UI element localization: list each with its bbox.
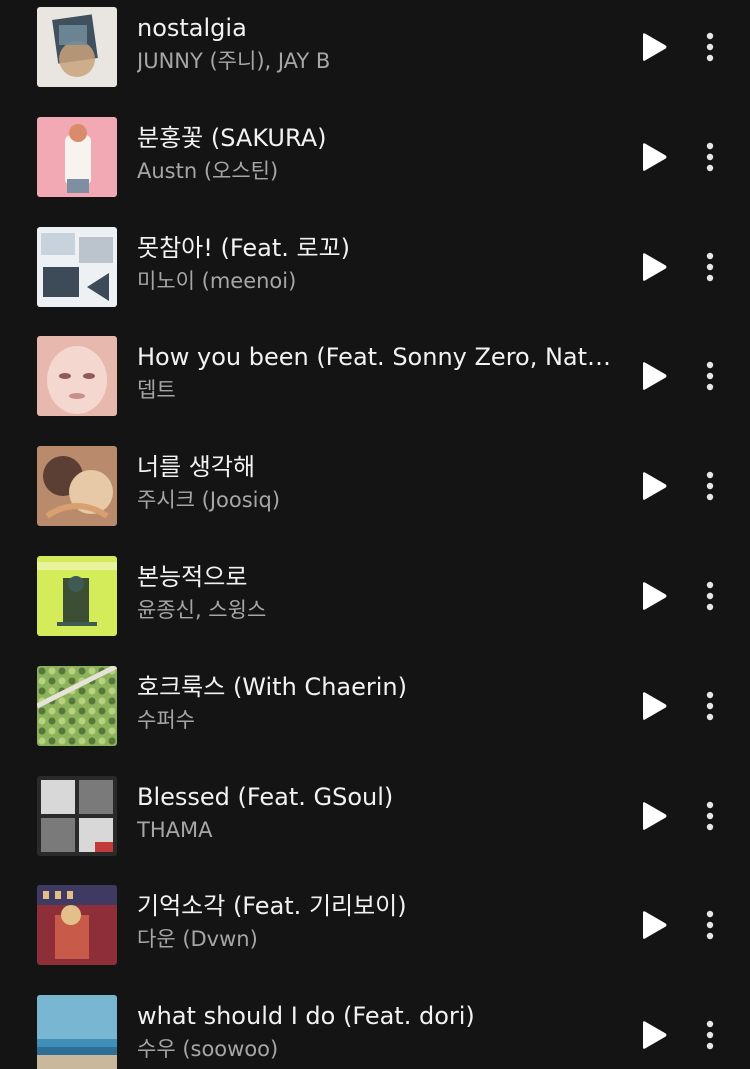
- play-icon[interactable]: [636, 688, 672, 724]
- more-vert-icon[interactable]: [694, 686, 726, 726]
- play-icon[interactable]: [636, 798, 672, 834]
- more-vert-icon[interactable]: [694, 27, 726, 67]
- song-row[interactable]: How you been (Feat. Sonny Zero, Nath… 뎁트: [0, 329, 750, 439]
- play-icon[interactable]: [636, 907, 672, 943]
- song-row[interactable]: 기억소각 (Feat. 기리보이) 다운 (Dvwn): [0, 878, 750, 988]
- play-icon[interactable]: [636, 29, 672, 65]
- song-artist: 수퍼수: [137, 707, 195, 732]
- album-art: [37, 556, 117, 636]
- song-artist: 뎁트: [137, 378, 176, 403]
- album-art: [37, 7, 117, 87]
- song-artist: 윤종신, 스윙스: [137, 598, 267, 622]
- album-art: [37, 116, 117, 197]
- album-art: [37, 446, 117, 527]
- song-title: 너를 생각해: [137, 453, 256, 482]
- song-title: How you been (Feat. Sonny Zero, Nath…: [137, 343, 617, 372]
- more-vert-icon[interactable]: [694, 247, 726, 287]
- song-title: Blessed (Feat. GSoul): [137, 782, 394, 811]
- song-artist: 수우 (soowoo): [137, 1037, 279, 1062]
- more-vert-icon[interactable]: [694, 576, 726, 616]
- song-artist: Austn (오스틴): [137, 158, 279, 183]
- song-row[interactable]: Blessed (Feat. GSoul) THAMA: [0, 769, 750, 879]
- song-row[interactable]: 너를 생각해주시크 (Joosiq): [0, 439, 750, 549]
- song-title: 호크룩스 (With Chaerin): [137, 672, 407, 701]
- play-icon[interactable]: [636, 468, 672, 504]
- song-row[interactable]: what should I do (Feat. dori) 수우 (soowoo): [0, 988, 750, 1069]
- song-title: what should I do (Feat. dori): [137, 1002, 475, 1031]
- song-row[interactable]: nostalgia JUNNY (주니), JAY B: [0, 0, 750, 110]
- more-vert-icon[interactable]: [694, 905, 726, 945]
- album-art: [37, 665, 117, 746]
- more-vert-icon[interactable]: [694, 796, 726, 836]
- song-artist: JUNNY (주니), JAY B: [137, 49, 331, 73]
- song-artist: THAMA: [137, 817, 213, 842]
- song-title: 기억소각 (Feat. 기리보이): [137, 892, 407, 921]
- song-artist: 다운 (Dvwn): [137, 927, 258, 952]
- song-row[interactable]: 분홍꽃 (SAKURA) Austn (오스틴): [0, 110, 750, 220]
- song-title: nostalgia: [137, 14, 247, 42]
- play-icon[interactable]: [636, 358, 672, 394]
- more-vert-icon[interactable]: [694, 137, 726, 177]
- song-list: nostalgia JUNNY (주니), JAY B 분홍꽃 (SAKURA) Au…: [0, 0, 750, 1069]
- song-artist: 미노이 (meenoi): [137, 268, 297, 293]
- album-art: [37, 995, 117, 1069]
- album-art: [37, 336, 117, 417]
- song-artist: 주시크 (Joosiq): [137, 488, 281, 513]
- play-icon[interactable]: [636, 1017, 672, 1053]
- song-title: 본능적으로: [137, 563, 248, 591]
- song-title: 분홍꽃 (SAKURA): [137, 123, 327, 152]
- album-art: [37, 885, 117, 966]
- album-art: [37, 775, 117, 856]
- play-icon[interactable]: [636, 249, 672, 285]
- more-vert-icon[interactable]: [694, 466, 726, 506]
- play-icon[interactable]: [636, 578, 672, 614]
- more-vert-icon[interactable]: [694, 356, 726, 396]
- song-title: 못참아! (Feat. 로꼬): [137, 233, 351, 262]
- song-row[interactable]: 못참아! (Feat. 로꼬) 미노이 (meenoi): [0, 220, 750, 330]
- song-row[interactable]: 호크룩스 (With Chaerin) 수퍼수: [0, 659, 750, 769]
- album-art: [37, 226, 117, 307]
- play-icon[interactable]: [636, 139, 672, 175]
- more-vert-icon[interactable]: [694, 1015, 726, 1055]
- song-row[interactable]: 본능적으로윤종신, 스윙스: [0, 549, 750, 659]
